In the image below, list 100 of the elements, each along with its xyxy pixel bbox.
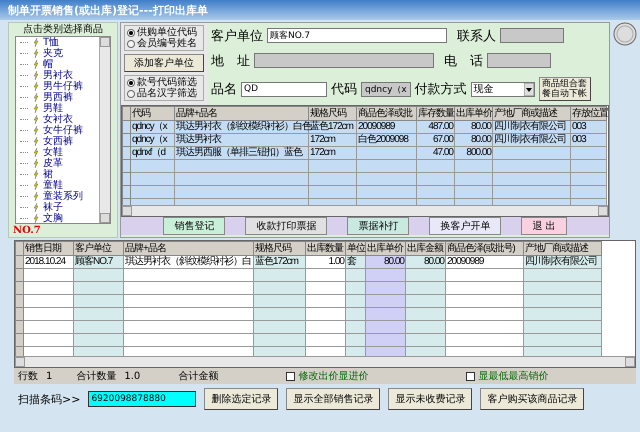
- tree-item[interactable]: 女西裤: [20, 136, 99, 147]
- table-cell: 四川制衣有限公司: [524, 256, 602, 268]
- radio-button[interactable]: 会员编号姓名: [127, 38, 201, 49]
- vertical-scrollbar[interactable]: [99, 37, 110, 223]
- window-title: 制单开票销售(或出库)登记---打印出库单: [0, 0, 640, 20]
- table-cell: 003: [570, 120, 606, 134]
- tree-item[interactable]: 童装系列: [20, 191, 99, 202]
- column-header[interactable]: 产地厂商或描述: [492, 106, 570, 120]
- tree-item[interactable]: 裙: [20, 169, 99, 180]
- quantity-label: 合计数量: [76, 370, 116, 383]
- table-cell: 003: [570, 134, 606, 146]
- tree-item[interactable]: 女衬衣: [20, 114, 99, 125]
- contact-label: 联系人: [457, 28, 496, 45]
- tree-item[interactable]: 男西裤: [20, 92, 99, 103]
- column-header[interactable]: 商品色泽(或批号): [446, 242, 524, 256]
- record-button[interactable]: 显示全部销售记录: [286, 388, 380, 410]
- payment-label: 付款方式: [414, 81, 467, 98]
- column-header[interactable]: 出库单价: [366, 242, 406, 256]
- product-name-field[interactable]: QD: [241, 82, 327, 97]
- record-button[interactable]: 客户购买该商品记录: [480, 388, 584, 410]
- customer-label: 客户单位: [211, 28, 263, 45]
- phone-label: 电 话: [444, 52, 483, 70]
- table-cell: 80.00: [366, 256, 406, 268]
- column-header[interactable]: 客户单位: [74, 242, 124, 256]
- add-customer-button[interactable]: 添加客户单位: [124, 54, 204, 72]
- radio-button[interactable]: 品名汉字筛选: [127, 88, 201, 99]
- contact-field[interactable]: [500, 28, 564, 44]
- action-button[interactable]: 换客户开单: [429, 217, 502, 235]
- horizontal-scrollbar[interactable]: [15, 356, 635, 367]
- option-checkbox[interactable]: 修改出价显进价: [286, 369, 368, 383]
- column-header[interactable]: 商品色泽或批: [356, 106, 416, 120]
- phone-field[interactable]: [487, 53, 551, 68]
- tree-item[interactable]: 帽: [20, 59, 99, 70]
- table-cell: 顾客NO.7: [74, 256, 124, 268]
- table-cell: qdncy（x: [130, 134, 174, 146]
- table-cell: 四川制衣有限公司: [492, 120, 570, 134]
- record-button[interactable]: 删除选定记录: [204, 388, 278, 410]
- tree-item[interactable]: 皮革: [20, 158, 99, 169]
- column-header[interactable]: 规格尺码: [254, 242, 306, 256]
- address-label: 地 址: [211, 52, 250, 70]
- column-header[interactable]: 出库数量: [306, 242, 346, 256]
- action-button[interactable]: 销售登记: [163, 217, 226, 235]
- column-header[interactable]: 单位: [346, 242, 366, 256]
- table-cell: 80.00: [406, 256, 446, 268]
- barcode-field[interactable]: 6920098878880: [88, 391, 196, 407]
- table-cell: 琪达男西服（单排三钮扣）蓝色: [174, 146, 308, 160]
- current-customer: NO.7: [12, 224, 42, 237]
- column-header[interactable]: 出库单价: [454, 106, 492, 120]
- round-button-icon[interactable]: [613, 22, 637, 46]
- table-cell: 67.00: [416, 134, 454, 146]
- table-cell: 琪达男衬衣: [174, 134, 308, 146]
- tree-item[interactable]: 童鞋: [20, 180, 99, 191]
- horizontal-scrollbar[interactable]: [122, 205, 608, 216]
- table-cell: 800.00: [454, 146, 492, 160]
- table-cell: 四川制衣有限公司: [492, 134, 570, 146]
- table-cell: 20090989: [356, 120, 416, 134]
- table-cell: 172cm: [308, 146, 356, 160]
- rows-label: 行数: [18, 370, 38, 383]
- panel-title: 点击类别选择商品: [22, 23, 104, 36]
- radio-button[interactable]: 供购单位代码: [127, 27, 201, 38]
- amount-label: 合计金额: [178, 370, 218, 383]
- table-cell: 172cm: [308, 134, 356, 146]
- column-header[interactable]: 品牌+品名: [124, 242, 254, 256]
- action-button[interactable]: 票据补打: [347, 217, 410, 235]
- tree-item[interactable]: 夹克: [20, 48, 99, 59]
- quantity-value: 1.0: [124, 370, 140, 382]
- table-cell: 80.00: [454, 120, 492, 134]
- option-checkbox[interactable]: 显最低最高销价: [466, 369, 548, 383]
- radio-button[interactable]: 款号代码筛选: [127, 77, 201, 88]
- tree-item[interactable]: 男牛仔裤: [20, 81, 99, 92]
- tree-item[interactable]: 男衬衣: [20, 70, 99, 81]
- column-header[interactable]: 代码: [130, 106, 174, 120]
- rows-value: 1: [46, 370, 52, 382]
- customer-field[interactable]: 顾客NO.7: [267, 28, 447, 44]
- column-header[interactable]: 存放位置: [570, 106, 606, 120]
- table-cell: 蓝色172cm: [254, 256, 306, 268]
- tree-item[interactable]: 男鞋: [20, 103, 99, 114]
- tree-item[interactable]: 文胸: [20, 213, 99, 223]
- code-label: 代码: [331, 81, 357, 98]
- record-button[interactable]: 显示未收费记录: [388, 388, 472, 410]
- table-cell: 琪达男衬衣（斜纹模织衬衫）白: [124, 256, 254, 268]
- column-header[interactable]: 品牌+品名: [174, 106, 308, 120]
- column-header[interactable]: 规格尺码: [308, 106, 356, 120]
- table-cell: 487.00: [416, 120, 454, 134]
- column-header[interactable]: 出库金额: [406, 242, 446, 256]
- table-cell: 47.00: [416, 146, 454, 160]
- tree-item[interactable]: 女牛仔裤: [20, 125, 99, 136]
- column-header[interactable]: 产地厂商或描述: [524, 242, 602, 256]
- tree-item[interactable]: 袜子: [20, 202, 99, 213]
- tree-item[interactable]: T恤: [20, 37, 99, 48]
- combo-button[interactable]: 商品组合套餐自动下帐: [538, 77, 591, 102]
- column-header[interactable]: 销售日期: [24, 242, 74, 256]
- action-button[interactable]: 收款打印票据: [245, 217, 328, 235]
- code-field[interactable]: qdncy（x: [361, 82, 411, 97]
- payment-dropdown[interactable]: 现金: [470, 82, 535, 97]
- address-field[interactable]: [254, 53, 434, 68]
- action-button[interactable]: 退 出: [521, 217, 567, 235]
- column-header[interactable]: 库存数量: [416, 106, 454, 120]
- tree-item[interactable]: 女鞋: [20, 147, 99, 158]
- caret-icon: [524, 82, 534, 96]
